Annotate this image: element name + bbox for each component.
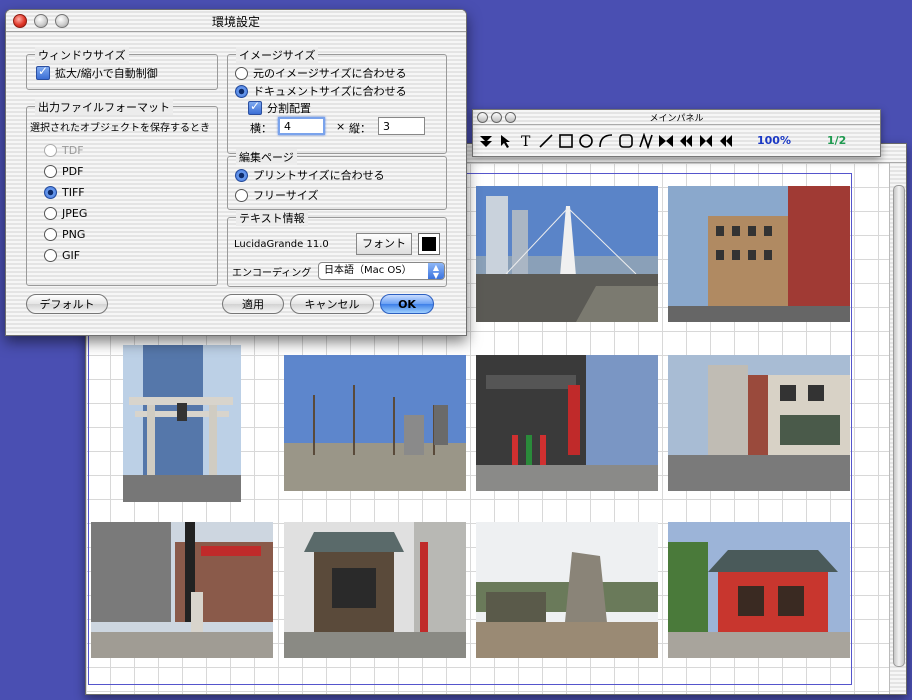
photo-shrine-banners[interactable] [476, 355, 658, 491]
ok-button[interactable]: OK [380, 294, 434, 314]
text-info-group: テキスト情報 LucidaGrande 11.0 フォント エンコーディング 日… [227, 210, 447, 287]
zoom-level[interactable]: 100% [757, 134, 791, 147]
cancel-button[interactable]: キャンセル [290, 294, 374, 314]
tiff-radio[interactable] [44, 186, 57, 199]
arc-tool-icon[interactable] [597, 132, 614, 150]
arrow-pointer-icon[interactable] [497, 132, 514, 150]
photo-small-shrine[interactable] [284, 522, 466, 658]
photo-torii-gate[interactable] [123, 345, 241, 502]
auto-resize-label: 拡大/縮小で自動制御 [55, 67, 158, 80]
ellipse-tool-icon[interactable] [577, 132, 594, 150]
tool-bar: T [477, 129, 734, 153]
format-option-tdf: TDF [44, 144, 84, 157]
print-size-radio[interactable] [235, 168, 248, 182]
svg-text:T: T [521, 134, 531, 149]
photo-corner-building[interactable] [668, 355, 850, 491]
freehand-tool-icon[interactable] [637, 132, 654, 150]
main-panel-titlebar[interactable]: メインパネル [473, 110, 880, 125]
font-name-display: LucidaGrande 11.0 [234, 239, 329, 250]
move-down-icon[interactable] [477, 132, 494, 150]
encoding-popup[interactable]: 日本語（Mac OS） ▲ ▼ [318, 262, 445, 280]
tdf-label: TDF [62, 144, 84, 157]
main-panel-palette: メインパネル T 100% 1/2 [472, 109, 881, 157]
jpeg-radio[interactable] [44, 207, 57, 220]
free-size-radio[interactable] [235, 188, 248, 202]
line-tool-icon[interactable] [537, 132, 554, 150]
photo-stone-monument[interactable] [476, 522, 658, 658]
dialog-title: 環境設定 [211, 15, 260, 29]
tdf-radio [44, 144, 57, 157]
format-option-pdf[interactable]: PDF [44, 165, 83, 178]
first-page-icon[interactable] [657, 132, 674, 150]
gif-label: GIF [62, 249, 81, 262]
page-indicator: 1/2 [827, 134, 847, 147]
last-page-icon[interactable] [717, 132, 734, 150]
text-color-swatch[interactable] [418, 233, 440, 255]
photo-riverside-bridge[interactable] [476, 186, 658, 322]
scroll-thumb[interactable] [893, 185, 905, 667]
encoding-value: 日本語（Mac OS） [324, 265, 412, 276]
photo-old-building[interactable] [668, 186, 850, 322]
popup-arrows-icon: ▲ ▼ [428, 263, 444, 280]
free-size-label: フリーサイズ [253, 189, 319, 202]
format-option-jpeg[interactable]: JPEG [44, 207, 87, 220]
output-format-group: 出力ファイルフォーマット 選択されたオブジェクトを保存するとき TDF PDF … [26, 99, 218, 286]
encoding-label: エンコーディング [232, 268, 312, 279]
document-size-label: ドキュメントサイズに合わせる [253, 85, 407, 98]
output-format-description: 選択されたオブジェクトを保存するとき [30, 123, 210, 134]
auto-resize-option[interactable]: 拡大/縮小で自動制御 [36, 64, 158, 81]
jpeg-label: JPEG [62, 207, 88, 220]
font-button[interactable]: フォント [356, 233, 412, 255]
output-format-label: 出力ファイルフォーマット [35, 99, 173, 115]
horizontal-label: 横： [250, 122, 272, 135]
original-size-label: 元のイメージサイズに合わせる [253, 67, 407, 80]
rectangle-tool-icon[interactable] [557, 132, 574, 150]
document-size-radio[interactable] [235, 84, 248, 98]
auto-resize-checkbox[interactable] [36, 64, 50, 80]
edit-page-label: 編集ページ [236, 149, 297, 165]
pdf-label: PDF [62, 165, 84, 178]
text-tool-icon[interactable]: T [517, 132, 534, 150]
png-label: PNG [62, 228, 86, 241]
image-size-original-option[interactable]: 元のイメージサイズに合わせる [235, 65, 406, 81]
original-size-radio[interactable] [235, 66, 248, 80]
edit-page-print-option[interactable]: プリントサイズに合わせる [235, 167, 385, 183]
pdf-radio[interactable] [44, 165, 57, 178]
tiff-label: TIFF [62, 186, 85, 199]
preferences-titlebar[interactable]: 環境設定 [6, 10, 466, 32]
print-size-label: プリントサイズに合わせる [253, 169, 385, 182]
photo-street-corner[interactable] [91, 522, 273, 658]
split-layout-option[interactable]: 分割配置 [248, 99, 311, 116]
vertical-count-field[interactable]: 3 [378, 117, 425, 135]
default-button[interactable]: デフォルト [26, 294, 108, 314]
format-option-tiff[interactable]: TIFF [44, 186, 85, 199]
split-layout-checkbox[interactable] [248, 99, 262, 115]
preferences-dialog: 環境設定 ウィンドウサイズ 拡大/縮小で自動制御 出力ファイルフォーマット 選択… [5, 9, 467, 336]
image-size-document-option[interactable]: ドキュメントサイズに合わせる [235, 83, 407, 99]
previous-page-icon[interactable] [677, 132, 694, 150]
format-option-png[interactable]: PNG [44, 228, 85, 241]
format-option-gif[interactable]: GIF [44, 249, 80, 262]
gif-radio[interactable] [44, 249, 57, 262]
image-size-group: イメージサイズ 元のイメージサイズに合わせる ドキュメントサイズに合わせる 分割… [227, 47, 447, 154]
times-symbol: × [336, 120, 346, 133]
apply-button[interactable]: 適用 [222, 294, 284, 314]
image-size-label: イメージサイズ [236, 47, 319, 63]
split-layout-label: 分割配置 [267, 102, 311, 115]
next-page-icon[interactable] [697, 132, 714, 150]
png-radio[interactable] [44, 228, 57, 241]
photo-red-shrine[interactable] [668, 522, 850, 658]
main-panel-title: メインパネル [649, 114, 704, 124]
vertical-label: 縦： [349, 122, 371, 135]
edit-page-free-option[interactable]: フリーサイズ [235, 187, 318, 203]
rounded-rect-tool-icon[interactable] [617, 132, 634, 150]
edit-page-group: 編集ページ プリントサイズに合わせる フリーサイズ [227, 149, 447, 210]
window-size-label: ウィンドウサイズ [35, 47, 129, 63]
horizontal-count-field[interactable]: 4 [278, 117, 325, 135]
text-info-label: テキスト情報 [236, 210, 308, 226]
document-scrollbar[interactable] [889, 163, 906, 694]
photo-park-trees[interactable] [284, 355, 466, 491]
window-size-group: ウィンドウサイズ 拡大/縮小で自動制御 [26, 47, 218, 90]
